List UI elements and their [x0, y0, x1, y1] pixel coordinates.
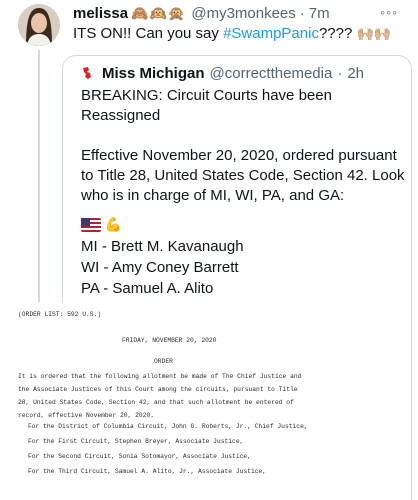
separator-dot: ·	[337, 64, 343, 82]
quoted-author-avatar[interactable]	[79, 64, 97, 82]
quoted-author-name[interactable]: Miss Michigan	[102, 65, 205, 82]
author-handle[interactable]: @my3monkees	[191, 5, 295, 22]
author-name[interactable]: melissa	[73, 5, 128, 22]
separator-dot: ·	[299, 4, 305, 22]
court-order-image[interactable]: (ORDER LIST: 592 U.S.) FRIDAY, NOVEMBER …	[18, 302, 338, 500]
more-options-icon[interactable]: ◦◦◦	[380, 4, 398, 20]
quoted-tweet-timestamp[interactable]: 2h	[347, 65, 364, 82]
assignment-wi: WI - Amy Coney Barrett	[81, 259, 239, 276]
order-body: It is ordered that the following allotme…	[18, 373, 302, 419]
quoted-paragraph-effective: Effective November 20, 2020, ordered pur…	[81, 147, 405, 204]
tweet-header: melissa 🙈🙉🙊 @my3monkees · 7m ◦◦◦	[73, 4, 398, 22]
us-flag-icon	[81, 218, 101, 233]
assignment-mi: MI - Brett M. Kavanaugh	[81, 238, 244, 255]
tweet-text-suffix: ????	[318, 25, 353, 42]
order-entry: For the Third Circuit, Samuel A. Alito, …	[28, 468, 267, 475]
tweet-text-prefix: ITS ON!! Can you say	[73, 25, 224, 42]
author-avatar[interactable]	[18, 4, 60, 46]
assignment-pa: PA - Samuel A. Alito	[81, 280, 214, 297]
quoted-paragraph-breaking: BREAKING: Circuit Courts have been Reass…	[81, 87, 332, 124]
michigan-icon	[79, 64, 97, 82]
order-entry: For the District of Columbia Circuit, Jo…	[28, 423, 308, 430]
raised-hands-emoji: 🙌🏼🙌🏼	[356, 25, 392, 41]
order-list-label: (ORDER LIST: 592 U.S.)	[18, 311, 102, 318]
tweet-timestamp[interactable]: 7m	[309, 5, 330, 22]
order-entry: For the First Circuit, Stephen Breyer, A…	[28, 438, 244, 445]
order-entries: For the District of Columbia Circuit, Jo…	[28, 420, 308, 480]
tweet-text: ITS ON!! Can you say #SwampPanic???? 🙌🏼🙌…	[73, 23, 408, 44]
quoted-tweet-text: BREAKING: Circuit Courts have been Reass…	[81, 86, 411, 320]
emoji-row: 💪	[81, 214, 411, 236]
quoted-author-handle[interactable]: @correctthemedia	[210, 65, 333, 82]
order-date: FRIDAY, NOVEMBER 20, 2020	[122, 337, 217, 344]
author-name-emoji: 🙈🙉🙊	[131, 4, 187, 21]
order-heading: ORDER	[154, 358, 173, 365]
hashtag-link[interactable]: #SwampPanic	[223, 25, 319, 42]
avatar-photo	[18, 4, 60, 46]
order-entry: For the Second Circuit, Sonia Sotomayor,…	[28, 453, 251, 460]
quoted-tweet-header: Miss Michigan @correctthemedia · 2h	[79, 64, 364, 82]
flexed-biceps-emoji: 💪	[104, 216, 123, 232]
